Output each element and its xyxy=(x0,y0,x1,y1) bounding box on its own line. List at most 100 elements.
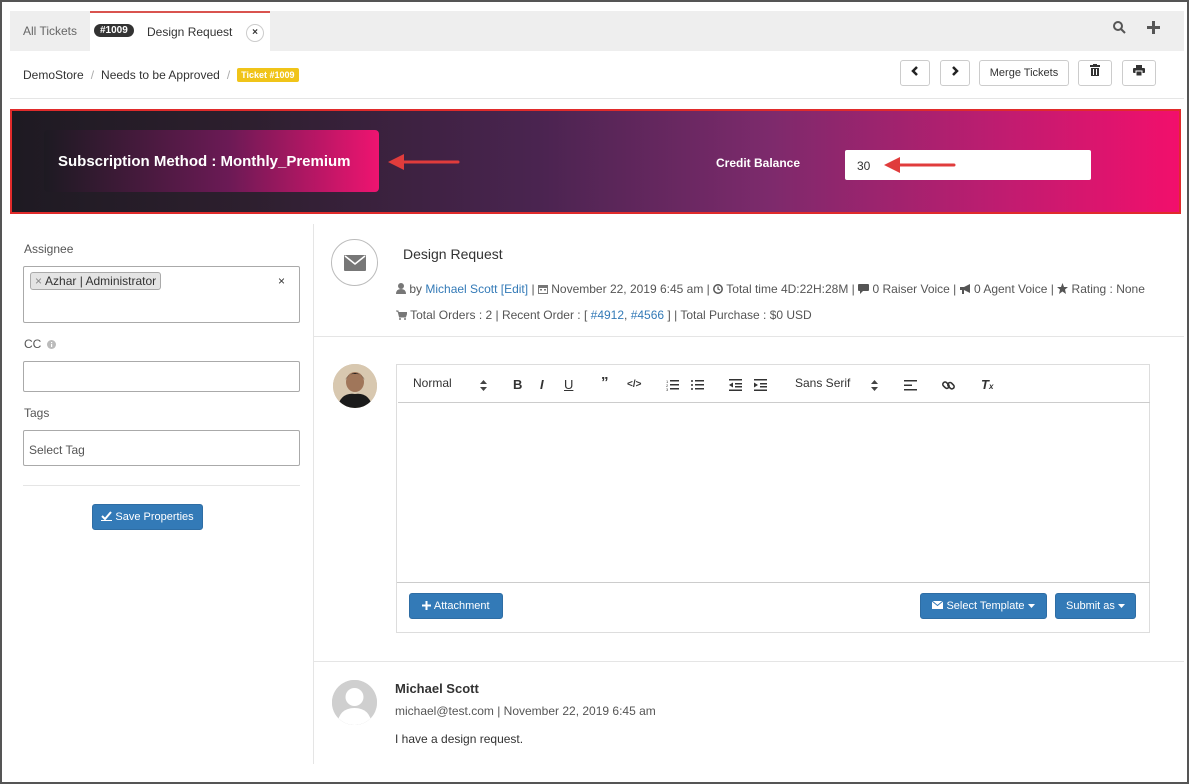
credit-balance-label: Credit Balance xyxy=(716,156,801,170)
reply-textarea[interactable] xyxy=(397,403,1150,583)
caret-down-icon xyxy=(1117,604,1125,608)
updown-icon xyxy=(480,380,487,391)
cc-label-text: CC xyxy=(24,337,42,351)
clear-format-icon[interactable]: Tx xyxy=(981,377,993,392)
trash-icon xyxy=(1090,64,1100,76)
edit-author-link[interactable]: [Edit] xyxy=(501,282,528,296)
quote-icon[interactable]: ” xyxy=(601,374,609,391)
breadcrumb: DemoStore / Needs to be Approved / Ticket #1… xyxy=(23,68,299,82)
tab-bar: All Tickets #1009 Design Request × xyxy=(10,11,1184,51)
select-template-label: Select Template xyxy=(946,600,1025,612)
font-label: Sans Serif xyxy=(795,376,851,390)
code-icon[interactable]: </> xyxy=(627,379,641,390)
envelope-icon xyxy=(932,600,944,609)
thread-author: Michael Scott xyxy=(395,681,479,696)
panel-divider xyxy=(313,224,314,764)
close-icon[interactable]: × xyxy=(246,24,264,42)
arrow-left-icon xyxy=(884,157,956,173)
order-meta: Total Orders : 2 | Recent Order : [ #491… xyxy=(396,308,812,322)
breadcrumb-status[interactable]: Needs to be Approved xyxy=(101,68,220,82)
rating: Rating : None xyxy=(1071,282,1145,296)
bullet-list-icon[interactable] xyxy=(691,379,704,391)
editor-toolbar: Normal B I U ” </> 123 Sans Serif Tx xyxy=(398,366,1150,403)
total-time: Total time 4D:22H:28M xyxy=(726,282,849,296)
submit-as-button[interactable]: Submit as xyxy=(1055,593,1136,619)
print-button[interactable] xyxy=(1122,60,1156,86)
chevron-left-icon xyxy=(911,66,918,76)
ticket-date: November 22, 2019 6:45 am xyxy=(551,282,704,296)
order-link-4566[interactable]: #4566 xyxy=(631,308,664,322)
author-avatar xyxy=(332,680,377,725)
delete-button[interactable] xyxy=(1078,60,1112,86)
ordered-list-icon[interactable]: 123 xyxy=(666,379,679,391)
header-divider xyxy=(314,336,1184,337)
calendar-icon xyxy=(537,285,548,294)
ticket-title: Design Request xyxy=(403,246,503,262)
app-frame: All Tickets #1009 Design Request × DemoS… xyxy=(0,0,1189,784)
print-icon xyxy=(1133,65,1145,77)
tab-all-tickets[interactable]: All Tickets xyxy=(23,24,77,38)
agent-voice: 0 Agent Voice xyxy=(973,282,1048,296)
previous-ticket-button[interactable] xyxy=(900,60,930,86)
search-icon[interactable] xyxy=(1113,21,1126,39)
user-icon xyxy=(396,283,406,294)
save-properties-button[interactable]: Save Properties xyxy=(92,504,203,530)
ticket-number-badge: #1009 xyxy=(94,24,134,37)
align-icon[interactable] xyxy=(904,380,917,391)
credit-balance-field[interactable]: 30 xyxy=(845,150,1091,180)
assignee-chip: × Azhar | Administrator xyxy=(30,272,162,290)
star-icon xyxy=(1057,283,1069,294)
underline-icon[interactable]: U xyxy=(564,377,573,392)
tags-select[interactable]: Select Tag xyxy=(23,430,300,466)
order-link-4912[interactable]: #4912 xyxy=(591,308,624,322)
updown-icon xyxy=(871,380,878,391)
check-icon xyxy=(101,511,113,521)
clear-assignee-icon[interactable]: × xyxy=(278,274,285,288)
cart-icon xyxy=(396,310,408,320)
remove-chip-icon[interactable]: × xyxy=(35,274,42,288)
svg-text:3: 3 xyxy=(666,387,669,391)
next-ticket-button[interactable] xyxy=(940,60,970,86)
merge-tickets-button[interactable]: Merge Tickets xyxy=(979,60,1069,86)
breadcrumb-row: DemoStore / Needs to be Approved / Ticket #1… xyxy=(10,51,1184,99)
format-label: Normal xyxy=(413,376,452,390)
arrow-left-icon xyxy=(388,154,460,170)
cc-input[interactable] xyxy=(23,361,300,392)
select-template-button[interactable]: Select Template xyxy=(920,593,1047,619)
submit-as-label: Submit as xyxy=(1066,600,1115,612)
cc-label: CC xyxy=(24,337,56,351)
attachment-button[interactable]: Attachment xyxy=(409,593,503,619)
total-purchase: ] | Total Purchase : $0 USD xyxy=(667,308,812,322)
assignee-select[interactable]: × Azhar | Administrator × xyxy=(23,266,300,323)
caret-down-icon xyxy=(1027,604,1035,608)
italic-icon[interactable]: I xyxy=(540,377,544,392)
thread-meta: michael@test.com | November 22, 2019 6:4… xyxy=(395,704,656,718)
agent-avatar xyxy=(333,364,377,408)
plus-icon[interactable] xyxy=(1147,21,1160,39)
ticket-meta: by Michael Scott [Edit] | November 22, 2… xyxy=(396,282,1145,296)
format-select[interactable]: Normal xyxy=(413,376,452,390)
reply-editor: Normal B I U ” </> 123 Sans Serif Tx Att… xyxy=(396,364,1150,633)
font-select[interactable]: Sans Serif xyxy=(795,376,850,390)
bold-icon[interactable]: B xyxy=(513,377,522,392)
save-properties-label: Save Properties xyxy=(115,511,194,523)
plus-icon xyxy=(422,601,432,610)
tab-design-request[interactable]: #1009 Design Request × xyxy=(90,11,270,51)
ticket-avatar xyxy=(331,239,378,286)
by-label: by xyxy=(409,282,423,296)
assignee-chip-label: Azhar | Administrator xyxy=(45,274,157,288)
outdent-icon[interactable] xyxy=(729,379,742,391)
tags-label: Tags xyxy=(24,406,50,420)
subscription-banner: Subscription Method : Monthly_Premium Cr… xyxy=(10,109,1181,214)
properties-divider xyxy=(23,485,300,486)
bullhorn-icon xyxy=(959,284,970,294)
envelope-icon xyxy=(344,255,366,271)
comment-icon xyxy=(858,284,870,294)
link-icon[interactable] xyxy=(942,379,955,392)
breadcrumb-store[interactable]: DemoStore xyxy=(23,68,84,82)
indent-icon[interactable] xyxy=(754,379,767,391)
clock-icon xyxy=(713,284,724,294)
tab-title: Design Request xyxy=(147,25,233,39)
author-link[interactable]: Michael Scott xyxy=(425,282,497,296)
breadcrumb-ticket-badge: Ticket #1009 xyxy=(237,68,299,82)
